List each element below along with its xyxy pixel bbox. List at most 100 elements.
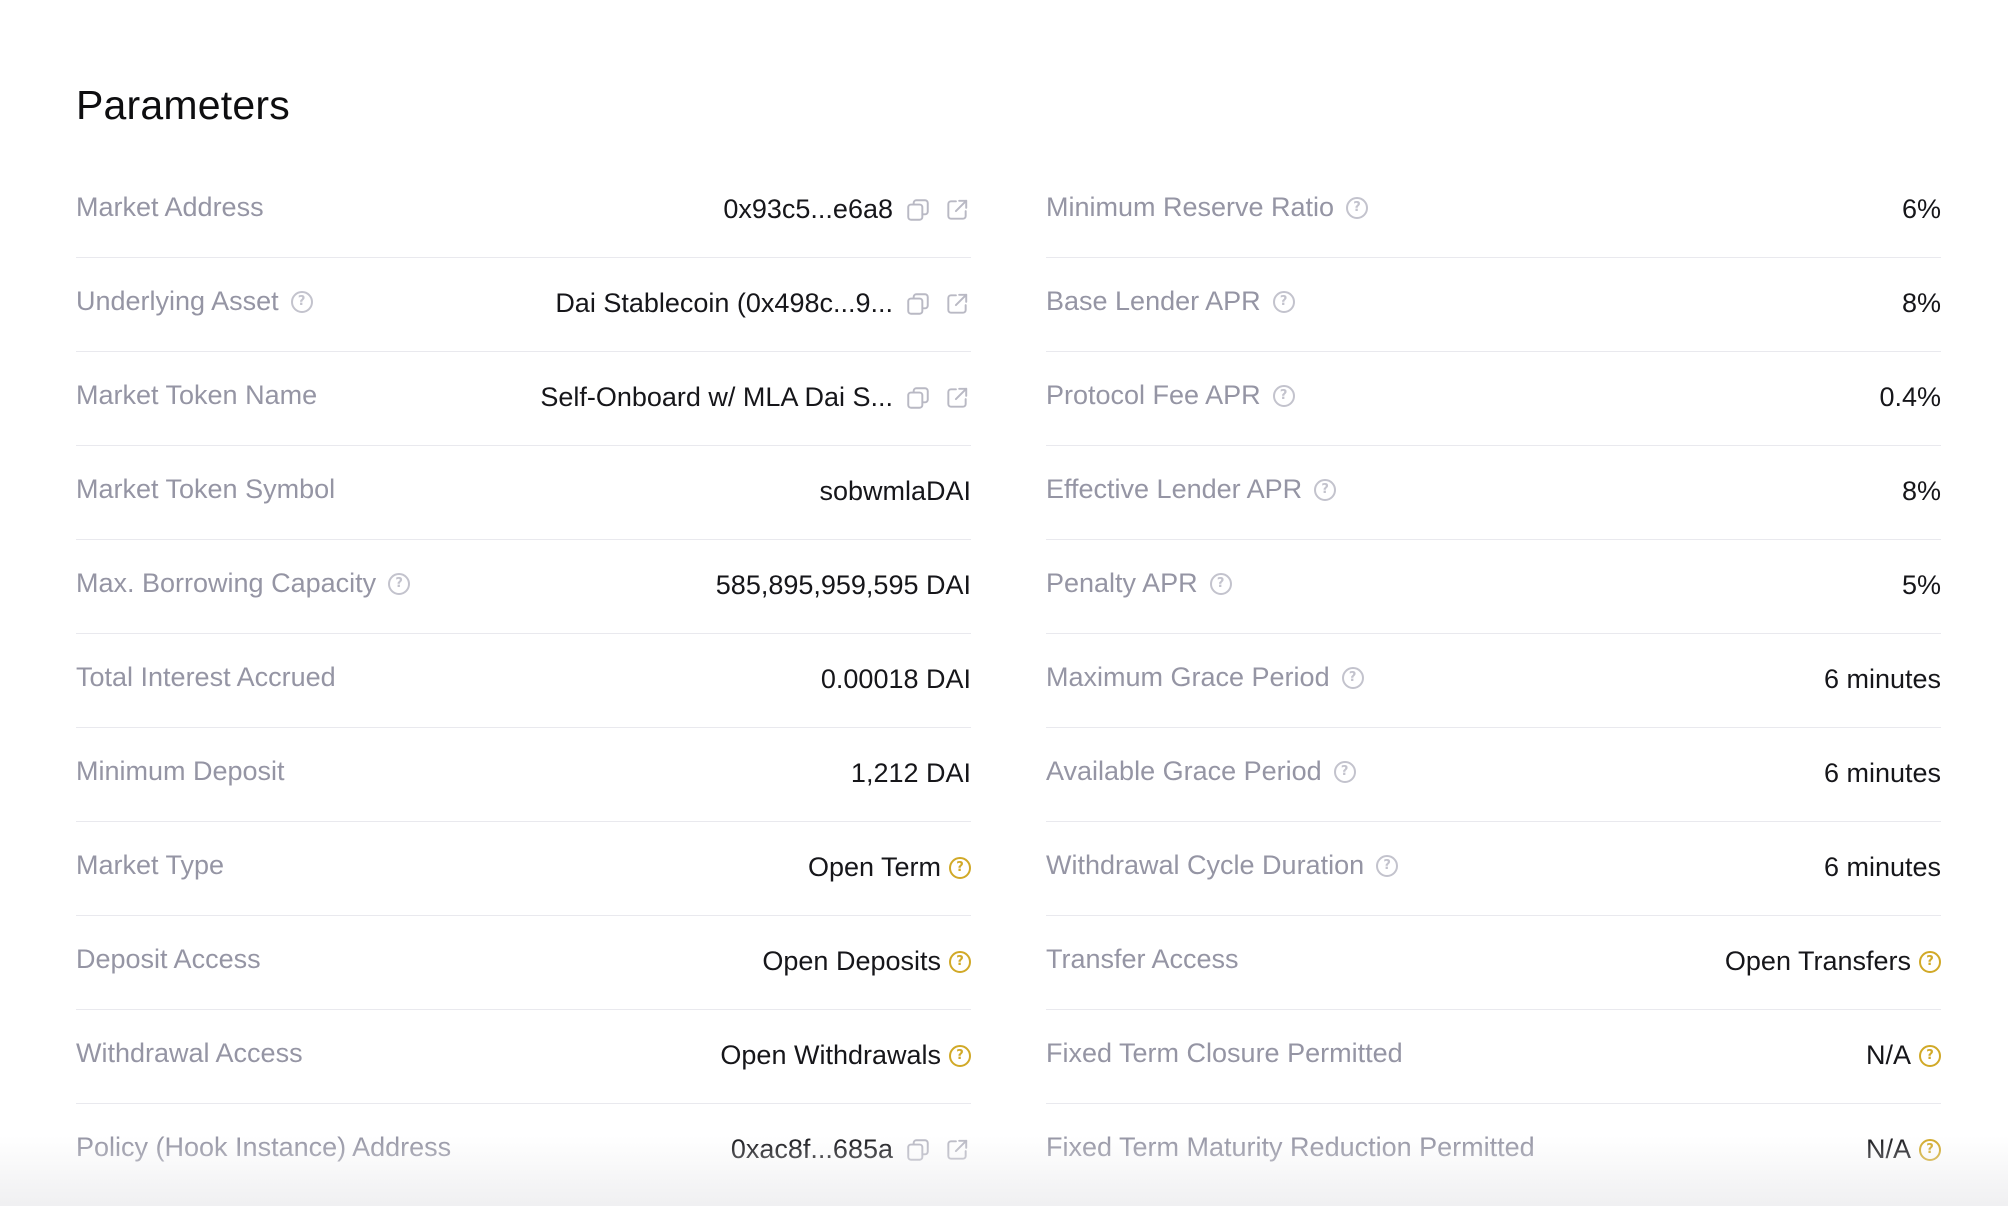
question-circle-icon[interactable]: ? (1314, 478, 1337, 501)
param-label: Penalty APR? (1046, 568, 1232, 599)
param-value-text: 0x93c5...e6a8 (723, 194, 893, 224)
param-value-text: Self-Onboard w/ MLA Dai S... (540, 382, 893, 412)
param-label-text: Available Grace Period (1046, 756, 1322, 786)
external-link-icon[interactable] (943, 384, 971, 412)
param-row-transfer-access: Transfer Access Open Transfers? (1046, 916, 1941, 1010)
param-label: Base Lender APR? (1046, 286, 1295, 317)
param-value-text: 5% (1901, 570, 1941, 600)
param-label: Protocol Fee APR? (1046, 380, 1295, 411)
param-row-deposit-access: Deposit Access Open Deposits? (76, 916, 971, 1010)
param-value: 585,895,959,595 DAI (716, 570, 971, 601)
param-value: 1,212 DAI (851, 758, 971, 789)
param-label: Deposit Access (76, 944, 261, 975)
param-value: Open Transfers? (1725, 946, 1941, 977)
external-link-icon[interactable] (943, 1136, 971, 1164)
copy-icon[interactable] (904, 290, 932, 318)
external-link-icon[interactable] (943, 290, 971, 318)
param-row-penalty-apr: Penalty APR? 5% (1046, 540, 1941, 634)
param-label-text: Penalty APR (1046, 568, 1198, 598)
param-label-text: Policy (Hook Instance) Address (76, 1132, 452, 1162)
param-row-market-token-symbol: Market Token Symbol sobwmlaDAI (76, 446, 971, 540)
param-label: Minimum Deposit (76, 756, 285, 787)
param-row-minimum-deposit: Minimum Deposit 1,212 DAI (76, 728, 971, 822)
param-label-text: Max. Borrowing Capacity (76, 568, 377, 598)
param-row-market-token-name: Market Token Name Self-Onboard w/ MLA Dai… (76, 352, 971, 446)
param-row-underlying-asset: Underlying Asset? Dai Stablecoin (0x498c.… (76, 258, 971, 352)
param-label-text: Protocol Fee APR (1046, 380, 1261, 410)
external-link-icon[interactable] (943, 196, 971, 224)
question-circle-icon[interactable]: ? (949, 1044, 971, 1067)
param-label: Market Token Name (76, 380, 317, 411)
param-value-text: Open Term (807, 852, 941, 882)
value-actions (904, 196, 971, 224)
param-value: 6% (1902, 194, 1941, 225)
param-value: 8% (1902, 288, 1941, 319)
question-circle-icon[interactable]: ? (1333, 760, 1356, 783)
param-value-text: N/A (1865, 1040, 1911, 1070)
param-label: Underlying Asset? (76, 286, 313, 317)
param-value-text: N/A (1865, 1134, 1911, 1164)
param-value-text: 6 minutes (1823, 664, 1941, 694)
param-label: Policy (Hook Instance) Address (76, 1132, 451, 1163)
param-label-text: Deposit Access (76, 944, 261, 974)
param-label-text: Market Address (76, 192, 264, 222)
question-circle-icon[interactable]: ? (1919, 1044, 1941, 1067)
param-value-text: 0.00018 DAI (820, 664, 971, 694)
param-row-fixed-term-maturity-reduction-permitted: Fixed Term Maturity Reduction Permitted N… (1046, 1104, 1941, 1198)
param-label-text: Withdrawal Access (76, 1038, 303, 1068)
parameters-left-column: Market Address 0x93c5...e6a8 Underlying As… (76, 164, 971, 1198)
question-circle-icon[interactable]: ? (1272, 290, 1295, 313)
param-value-text: sobwmlaDAI (819, 476, 971, 506)
question-circle-icon[interactable]: ? (1919, 950, 1941, 973)
param-value: 6 minutes (1824, 852, 1941, 883)
param-value-text: Open Transfers (1724, 946, 1911, 976)
question-circle-icon[interactable]: ? (1341, 666, 1364, 689)
question-circle-icon[interactable]: ? (388, 572, 411, 595)
param-label: Market Token Symbol (76, 474, 335, 505)
param-value-text: 6% (1901, 194, 1941, 224)
question-circle-icon[interactable]: ? (1346, 196, 1369, 219)
question-circle-icon[interactable]: ? (1272, 384, 1295, 407)
param-row-fixed-term-closure-permitted: Fixed Term Closure Permitted N/A? (1046, 1010, 1941, 1104)
param-label-text: Market Type (76, 850, 225, 880)
param-row-maximum-grace-period: Maximum Grace Period? 6 minutes (1046, 634, 1941, 728)
param-label-text: Minimum Deposit (76, 756, 285, 786)
param-value-text: 0xac8f...685a (730, 1134, 893, 1164)
value-actions (904, 384, 971, 412)
question-circle-icon[interactable]: ? (949, 856, 971, 879)
param-label-text: Total Interest Accrued (76, 662, 336, 692)
parameters-panel: Parameters Market Address 0x93c5...e6a8 Un… (0, 0, 2008, 1206)
param-label: Effective Lender APR? (1046, 474, 1337, 505)
param-value: 6 minutes (1824, 664, 1941, 695)
param-label: Available Grace Period? (1046, 756, 1356, 787)
param-value: 0x93c5...e6a8 (723, 194, 971, 225)
copy-icon[interactable] (904, 1136, 932, 1164)
param-row-max-borrowing-capacity: Max. Borrowing Capacity? 585,895,959,595 … (76, 540, 971, 634)
param-label: Minimum Reserve Ratio? (1046, 192, 1369, 223)
question-circle-icon[interactable]: ? (1919, 1138, 1941, 1161)
copy-icon[interactable] (904, 384, 932, 412)
param-value: Open Deposits? (762, 946, 971, 977)
param-value-text: 585,895,959,595 DAI (715, 570, 971, 600)
param-value-text: 8% (1901, 288, 1941, 318)
question-circle-icon[interactable]: ? (949, 950, 971, 973)
param-value-text: 8% (1901, 476, 1941, 506)
param-row-base-lender-apr: Base Lender APR? 8% (1046, 258, 1941, 352)
question-circle-icon[interactable]: ? (1209, 572, 1232, 595)
value-actions (904, 1136, 971, 1164)
copy-icon[interactable] (904, 196, 932, 224)
param-label-text: Transfer Access (1046, 944, 1239, 974)
question-circle-icon[interactable]: ? (290, 290, 313, 313)
param-label: Transfer Access (1046, 944, 1239, 975)
param-value-text: Dai Stablecoin (0x498c...9... (555, 288, 893, 318)
question-circle-icon[interactable]: ? (1376, 854, 1399, 877)
param-value: 5% (1902, 570, 1941, 601)
param-label: Withdrawal Access (76, 1038, 303, 1069)
value-actions (904, 290, 971, 318)
param-row-minimum-reserve-ratio: Minimum Reserve Ratio? 6% (1046, 164, 1941, 258)
param-row-protocol-fee-apr: Protocol Fee APR? 0.4% (1046, 352, 1941, 446)
param-value: 0.00018 DAI (821, 664, 971, 695)
param-label-text: Fixed Term Closure Permitted (1046, 1038, 1403, 1068)
param-label: Max. Borrowing Capacity? (76, 568, 411, 599)
param-row-market-address: Market Address 0x93c5...e6a8 (76, 164, 971, 258)
